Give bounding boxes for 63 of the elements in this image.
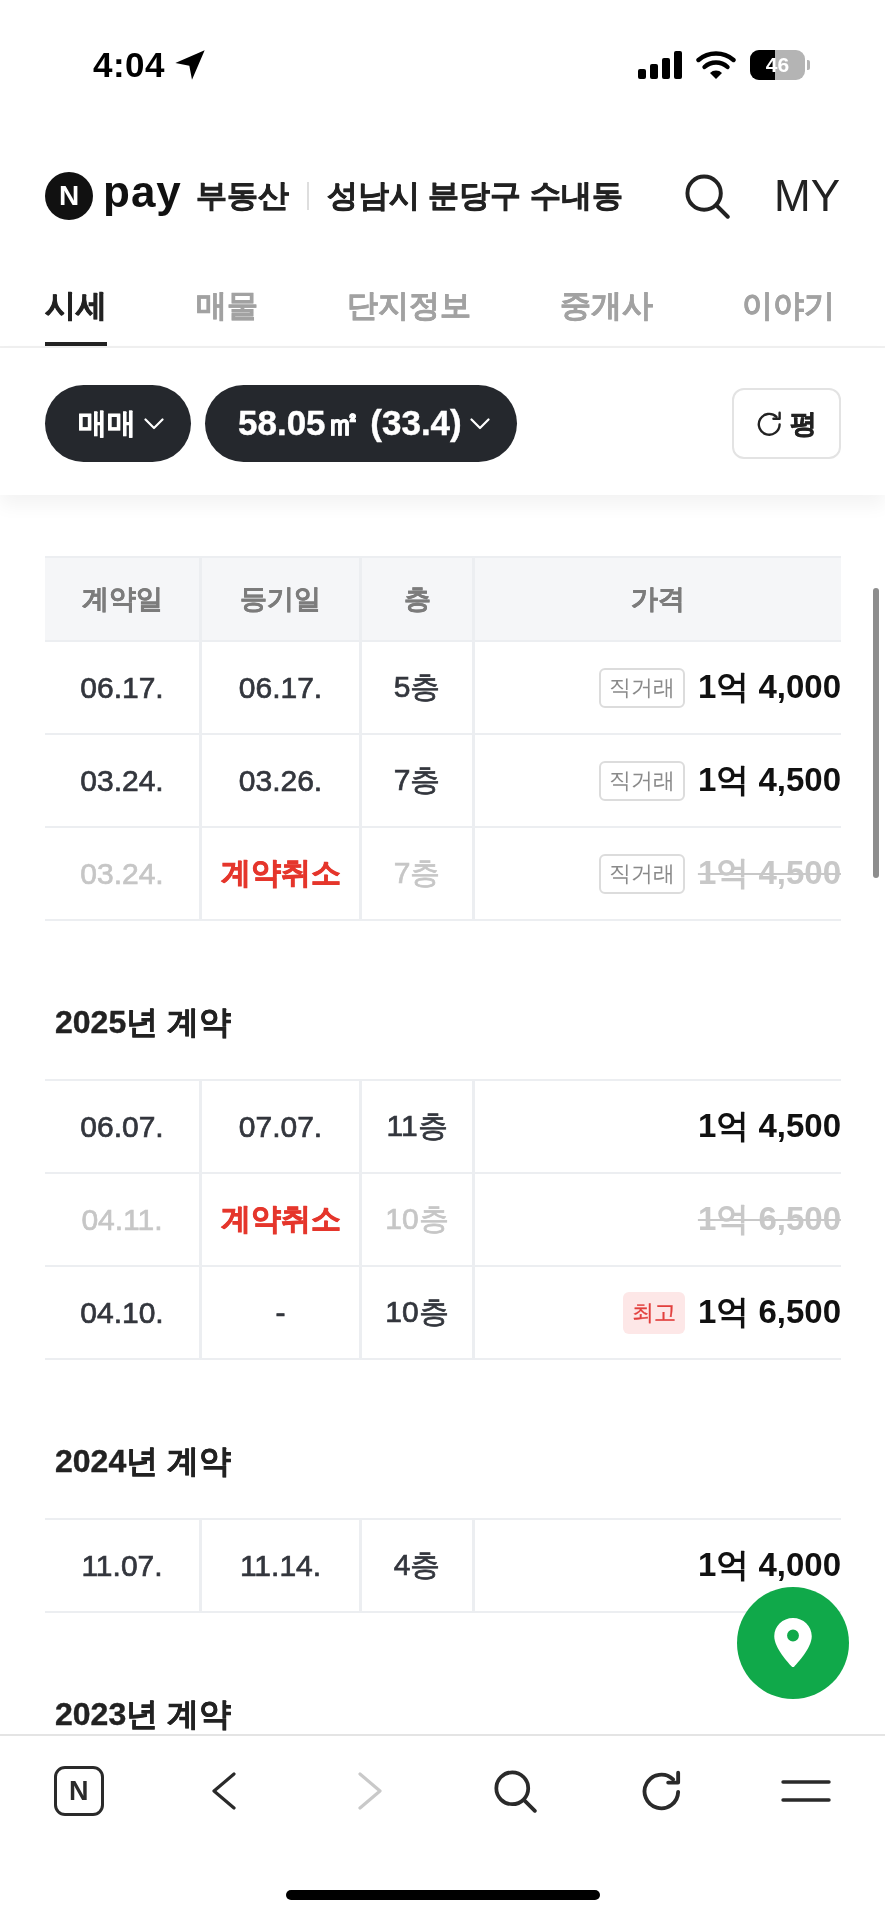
location-title[interactable]: 성남시 분당구 수내동 — [326, 175, 624, 217]
table-cell: 03.24. — [45, 828, 202, 919]
table-cell: 11.07. — [45, 1520, 202, 1611]
menu-icon — [781, 1780, 832, 1802]
status-time: 4:04 — [93, 45, 166, 85]
logo-text: pay — [103, 170, 182, 214]
map-pin-icon — [774, 1618, 812, 1668]
table-cell: - — [202, 1267, 362, 1358]
table-cell: 11.14. — [202, 1520, 362, 1611]
table-cell: 7층 — [362, 735, 475, 826]
table-cell: 5층 — [362, 642, 475, 733]
section-title: 2024년 계약 — [55, 1443, 232, 1479]
chevron-left-icon — [212, 1772, 237, 1810]
direct-trade-tag: 직거래 — [598, 853, 685, 894]
unit-toggle-button[interactable]: 평 — [732, 388, 841, 459]
wifi-icon — [696, 50, 736, 80]
table-cell: 06.17. — [202, 642, 362, 733]
table-cell: 06.17. — [45, 642, 202, 733]
table-cell: 04.11. — [45, 1174, 202, 1265]
back-button[interactable] — [212, 1772, 237, 1810]
deal-type-dropdown[interactable]: 매매 — [45, 385, 191, 462]
table-cell: 04.10. — [45, 1267, 202, 1358]
menu-button[interactable] — [781, 1780, 832, 1802]
table-cell: 03.24. — [45, 735, 202, 826]
search-icon — [685, 173, 730, 219]
chevron-down-icon — [469, 417, 490, 430]
home-button[interactable]: N — [53, 1766, 104, 1816]
signal-icon — [638, 51, 682, 79]
chevron-right-icon — [357, 1772, 382, 1810]
location-arrow-icon — [174, 49, 207, 81]
section-title: 2023년 계약 — [55, 1696, 232, 1732]
search-button[interactable] — [685, 173, 730, 219]
price-text: 1억 4,500 — [697, 1106, 841, 1146]
table-cell: 07.07. — [202, 1081, 362, 1172]
logo-mark: N — [45, 172, 93, 220]
service-title: 부동산 — [195, 177, 289, 215]
table-cell: 11층 — [362, 1081, 475, 1172]
search-icon — [493, 1769, 537, 1813]
area-dropdown[interactable]: 58.05㎡ (33.4) — [205, 385, 517, 462]
price-text: 1억 4,500 — [697, 760, 841, 800]
table-cell: 계약취소 — [202, 828, 362, 919]
column-header: 등기일 — [202, 558, 362, 640]
price-text: 1억 4,000 — [697, 1545, 841, 1585]
table-cell: 10층 — [362, 1174, 475, 1265]
highest-price-tag: 최고 — [622, 1291, 685, 1334]
table-cell: 06.07. — [45, 1081, 202, 1172]
column-header: 계약일 — [45, 558, 202, 640]
search-button[interactable] — [493, 1769, 537, 1813]
section-title: 2025년 계약 — [55, 1004, 232, 1040]
table-cell: 03.26. — [202, 735, 362, 826]
table-cell: 계약취소 — [202, 1174, 362, 1265]
column-header: 층 — [362, 558, 475, 640]
my-button[interactable]: MY — [774, 174, 840, 218]
price-text: 1억 4,000 — [697, 667, 841, 707]
column-header: 가격 — [630, 583, 686, 616]
table-cell: 10층 — [362, 1267, 475, 1358]
refresh-icon — [756, 410, 782, 437]
direct-trade-tag: 직거래 — [598, 760, 685, 801]
table-cell: 7층 — [362, 828, 475, 919]
price-text: 1억 6,500 — [697, 1292, 841, 1332]
direct-trade-tag: 직거래 — [598, 667, 685, 708]
table-cell: 4층 — [362, 1520, 475, 1611]
chevron-down-icon — [144, 417, 164, 430]
